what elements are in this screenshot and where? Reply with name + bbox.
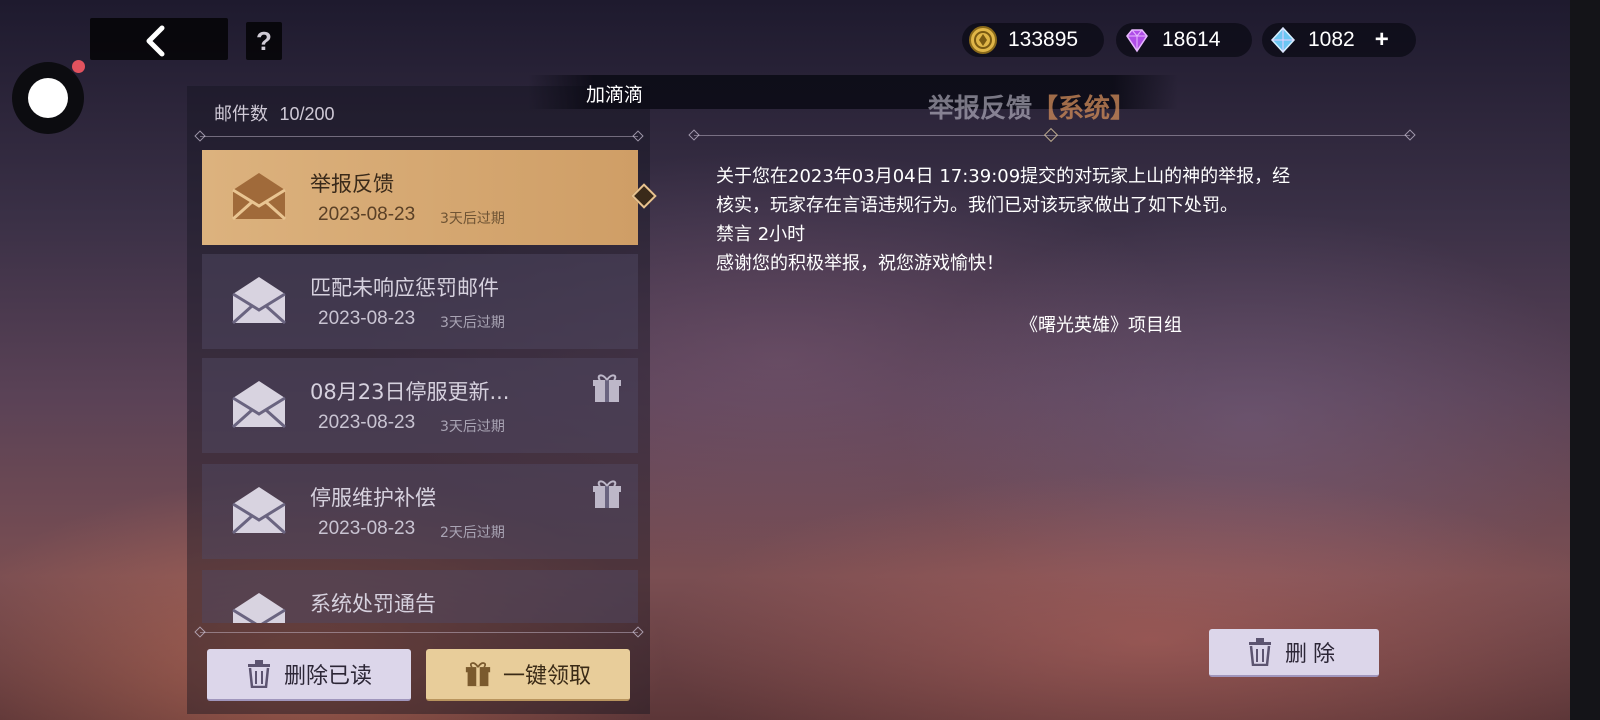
body-line: 核实，玩家存在言语违规行为。我们已对该玩家做出了如下处罚。 [716, 195, 1238, 216]
mail-item-maintenance-compensation[interactable]: 停服维护补偿 2023-08-23 2天后过期 [202, 464, 638, 559]
mail-item-title: 系统处罚通告 [310, 592, 436, 616]
screen-record-button[interactable] [12, 60, 85, 134]
blue-crystal-icon [1270, 26, 1296, 54]
back-button[interactable] [140, 24, 174, 58]
currency-blue-crystal: 1082 + [1262, 23, 1416, 57]
add-currency-button[interactable]: + [1375, 26, 1389, 54]
purple-gem-value: 18614 [1162, 28, 1221, 51]
blue-crystal-value: 1082 [1308, 28, 1355, 51]
envelope-icon [231, 381, 287, 429]
record-indicator-icon [72, 60, 85, 73]
delete-label: 删除 [1284, 642, 1341, 667]
envelope-icon [231, 173, 287, 221]
help-button[interactable]: ? [246, 22, 282, 60]
purple-diamond-icon [1126, 29, 1148, 53]
envelope-icon [231, 487, 287, 535]
gold-coin-icon [969, 26, 997, 54]
chevron-left-icon [146, 25, 165, 57]
mail-item-match-penalty[interactable]: 匹配未响应惩罚邮件 2023-08-23 3天后过期 [202, 254, 638, 349]
mail-detail-body: 关于您在2023年03月04日 17:39:09提交的对玩家上山的神的举报，经 … [716, 162, 1396, 278]
mail-item-date: 2023-08-23 [318, 412, 416, 433]
envelope-icon [231, 277, 287, 325]
mail-detail-signature: 《曙光英雄》项目组 [1020, 315, 1182, 336]
mail-count-label: 邮件数 [214, 104, 268, 125]
mail-item-date: 2023-08-23 [318, 308, 416, 329]
mail-item-title: 08月23日停服更新... [310, 380, 510, 404]
mail-item-title: 举报反馈 [310, 172, 394, 196]
mail-item-update-notice[interactable]: 08月23日停服更新... 2023-08-23 3天后过期 [202, 358, 638, 453]
body-line: 禁言 2小时 [716, 224, 806, 245]
list-bottom-divider [200, 632, 638, 633]
gift-icon [465, 662, 491, 687]
mail-count-value: 10/200 [279, 104, 335, 124]
body-line: 感谢您的积极举报，祝您游戏愉快！ [716, 253, 1004, 274]
delete-button[interactable]: 删除 [1209, 629, 1379, 677]
gift-icon [593, 480, 621, 508]
claim-all-label: 一键领取 [502, 664, 591, 689]
mail-item-title: 匹配未响应惩罚邮件 [310, 276, 499, 300]
mail-detail-title: 举报反馈【系统】 [928, 88, 1136, 125]
system-edge-bar [1570, 0, 1600, 720]
delete-read-label: 删除已读 [283, 664, 372, 689]
mail-count: 邮件数 10/200 [214, 100, 335, 126]
mail-item-expiry: 3天后过期 [440, 315, 505, 331]
gold-coin-value: 133895 [1008, 28, 1079, 51]
trash-icon [247, 660, 270, 688]
delete-read-button[interactable]: 删除已读 [207, 649, 411, 701]
mail-item-title: 停服维护补偿 [310, 486, 436, 510]
mail-item-report-feedback[interactable]: 举报反馈 2023-08-23 3天后过期 [202, 150, 638, 245]
mail-item-date: 2023-08-23 [318, 518, 416, 539]
list-top-divider [200, 136, 638, 137]
claim-all-button[interactable]: 一键领取 [426, 649, 630, 701]
mail-item-date: 2023-08-23 [318, 204, 416, 225]
mail-item-penalty-notice[interactable]: 系统处罚通告 [202, 570, 638, 623]
mail-detail-tag: 【系统】 [1032, 94, 1137, 124]
trash-icon [1248, 638, 1271, 666]
mail-detail-title-text: 举报反馈 [928, 94, 1033, 124]
gift-icon [593, 374, 621, 402]
envelope-icon [232, 593, 286, 623]
mail-item-expiry: 2天后过期 [440, 525, 505, 541]
mail-item-expiry: 3天后过期 [440, 211, 505, 227]
mail-item-expiry: 3天后过期 [440, 419, 505, 435]
currency-gold: 133895 [962, 23, 1104, 57]
currency-purple-gem: 18614 [1116, 23, 1252, 57]
record-dot-icon [28, 78, 68, 118]
body-line: 关于您在2023年03月04日 17:39:09提交的对玩家上山的神的举报，经 [716, 166, 1291, 187]
notification-banner-text: 加滴滴 [586, 84, 644, 106]
